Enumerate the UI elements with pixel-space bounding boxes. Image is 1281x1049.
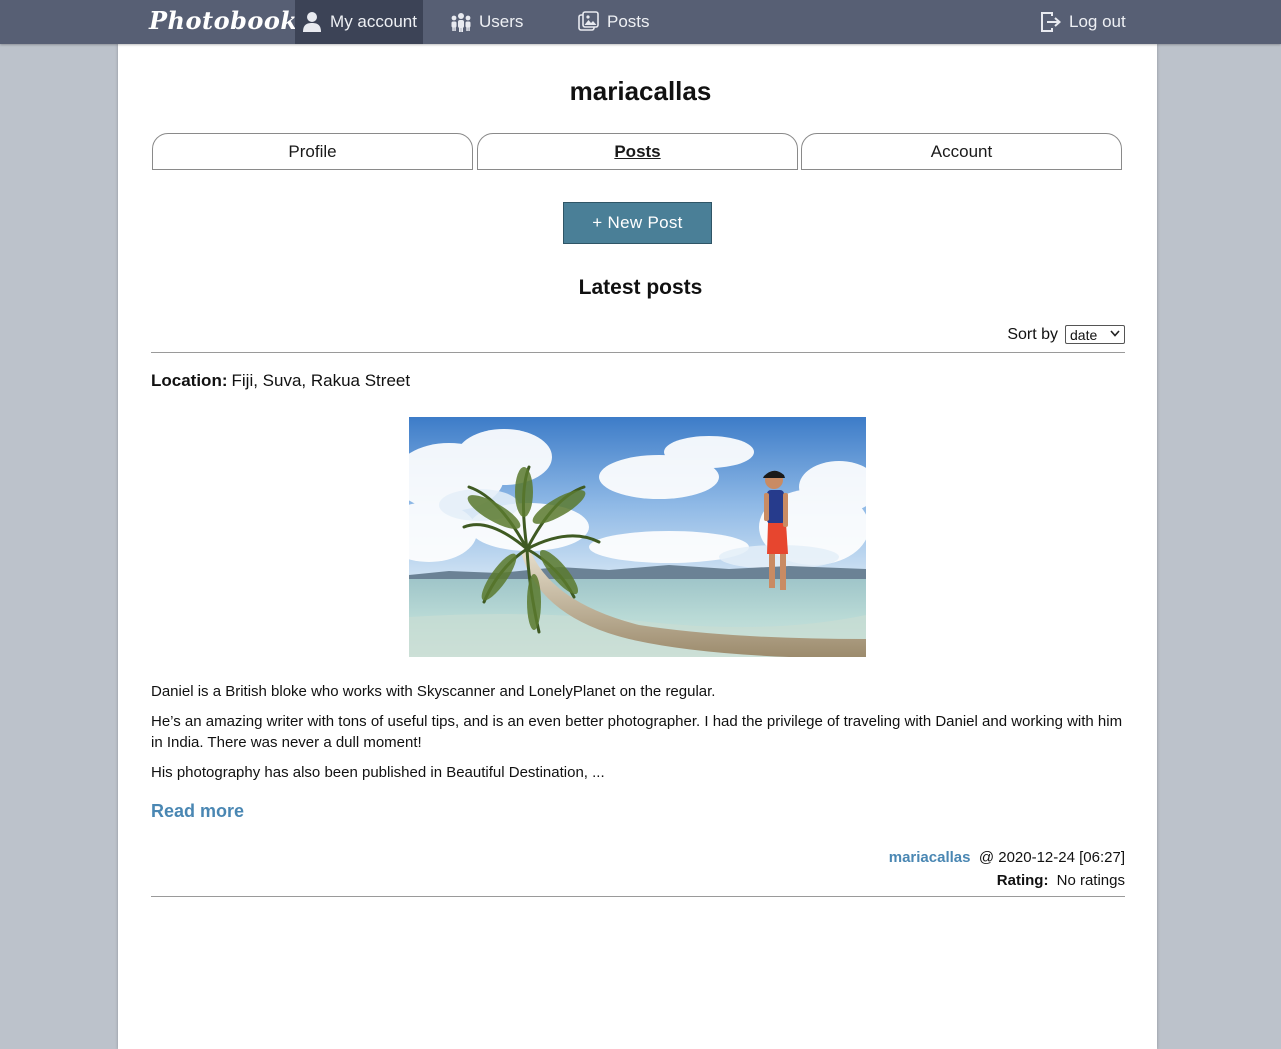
nav-posts-label: Posts [607, 12, 650, 31]
post-location: Location: Fiji, Suva, Rakua Street [151, 371, 410, 391]
chevron-down-icon [1110, 329, 1120, 340]
nav-users[interactable]: Users [450, 0, 523, 44]
profile-tabs: Profile Posts Account [152, 133, 1123, 170]
user-icon [301, 11, 323, 33]
read-more-link[interactable]: Read more [151, 801, 244, 822]
post-date: @ 2020-12-24 [06:27] [978, 849, 1125, 866]
brand-logo[interactable]: Photobook [149, 4, 298, 40]
gallery-icon [578, 11, 600, 33]
sort-selected-value: date [1070, 326, 1098, 343]
new-post-button[interactable]: + New Post [563, 202, 712, 244]
post-paragraph: His photography has also been published … [151, 764, 605, 781]
divider [151, 896, 1125, 897]
divider [151, 352, 1125, 353]
post-paragraph: He’s an amazing writer with tons of usef… [151, 713, 1123, 751]
post-author-line: mariacallas @ 2020-12-24 [06:27] [889, 846, 1125, 869]
sort-select[interactable]: date [1065, 325, 1125, 344]
rating-value: No ratings [1056, 872, 1125, 889]
post-location-label: Location: [151, 371, 228, 390]
post-rating-line: Rating: No ratings [889, 869, 1125, 892]
tab-account[interactable]: Account [801, 133, 1122, 170]
top-navbar: Photobook My account Users Posts Log out [0, 0, 1281, 44]
nav-posts[interactable]: Posts [578, 0, 650, 44]
tab-posts[interactable]: Posts [477, 133, 798, 170]
post-meta: mariacallas @ 2020-12-24 [06:27] Rating:… [889, 846, 1125, 892]
sort-control: Sort by date [1007, 325, 1125, 344]
post-photo [409, 417, 866, 657]
sort-label: Sort by [1007, 325, 1058, 343]
profile-username-title: mariacallas [569, 76, 712, 106]
tab-profile[interactable]: Profile [152, 133, 473, 170]
logout-icon [1040, 11, 1062, 33]
users-icon [450, 11, 472, 33]
post-author-link[interactable]: mariacallas [889, 849, 971, 866]
nav-logout[interactable]: Log out [1040, 0, 1126, 44]
latest-posts-heading: Latest posts [578, 276, 703, 299]
post-paragraph: Daniel is a British bloke who works with… [151, 683, 716, 700]
nav-my-account-label: My account [330, 12, 417, 31]
rating-label: Rating: [996, 872, 1049, 889]
post-body: Daniel is a British bloke who works with… [151, 681, 1131, 792]
nav-logout-label: Log out [1069, 12, 1126, 31]
nav-my-account[interactable]: My account [295, 0, 423, 44]
post-location-value: Fiji, Suva, Rakua Street [231, 371, 411, 390]
nav-users-label: Users [479, 12, 524, 31]
